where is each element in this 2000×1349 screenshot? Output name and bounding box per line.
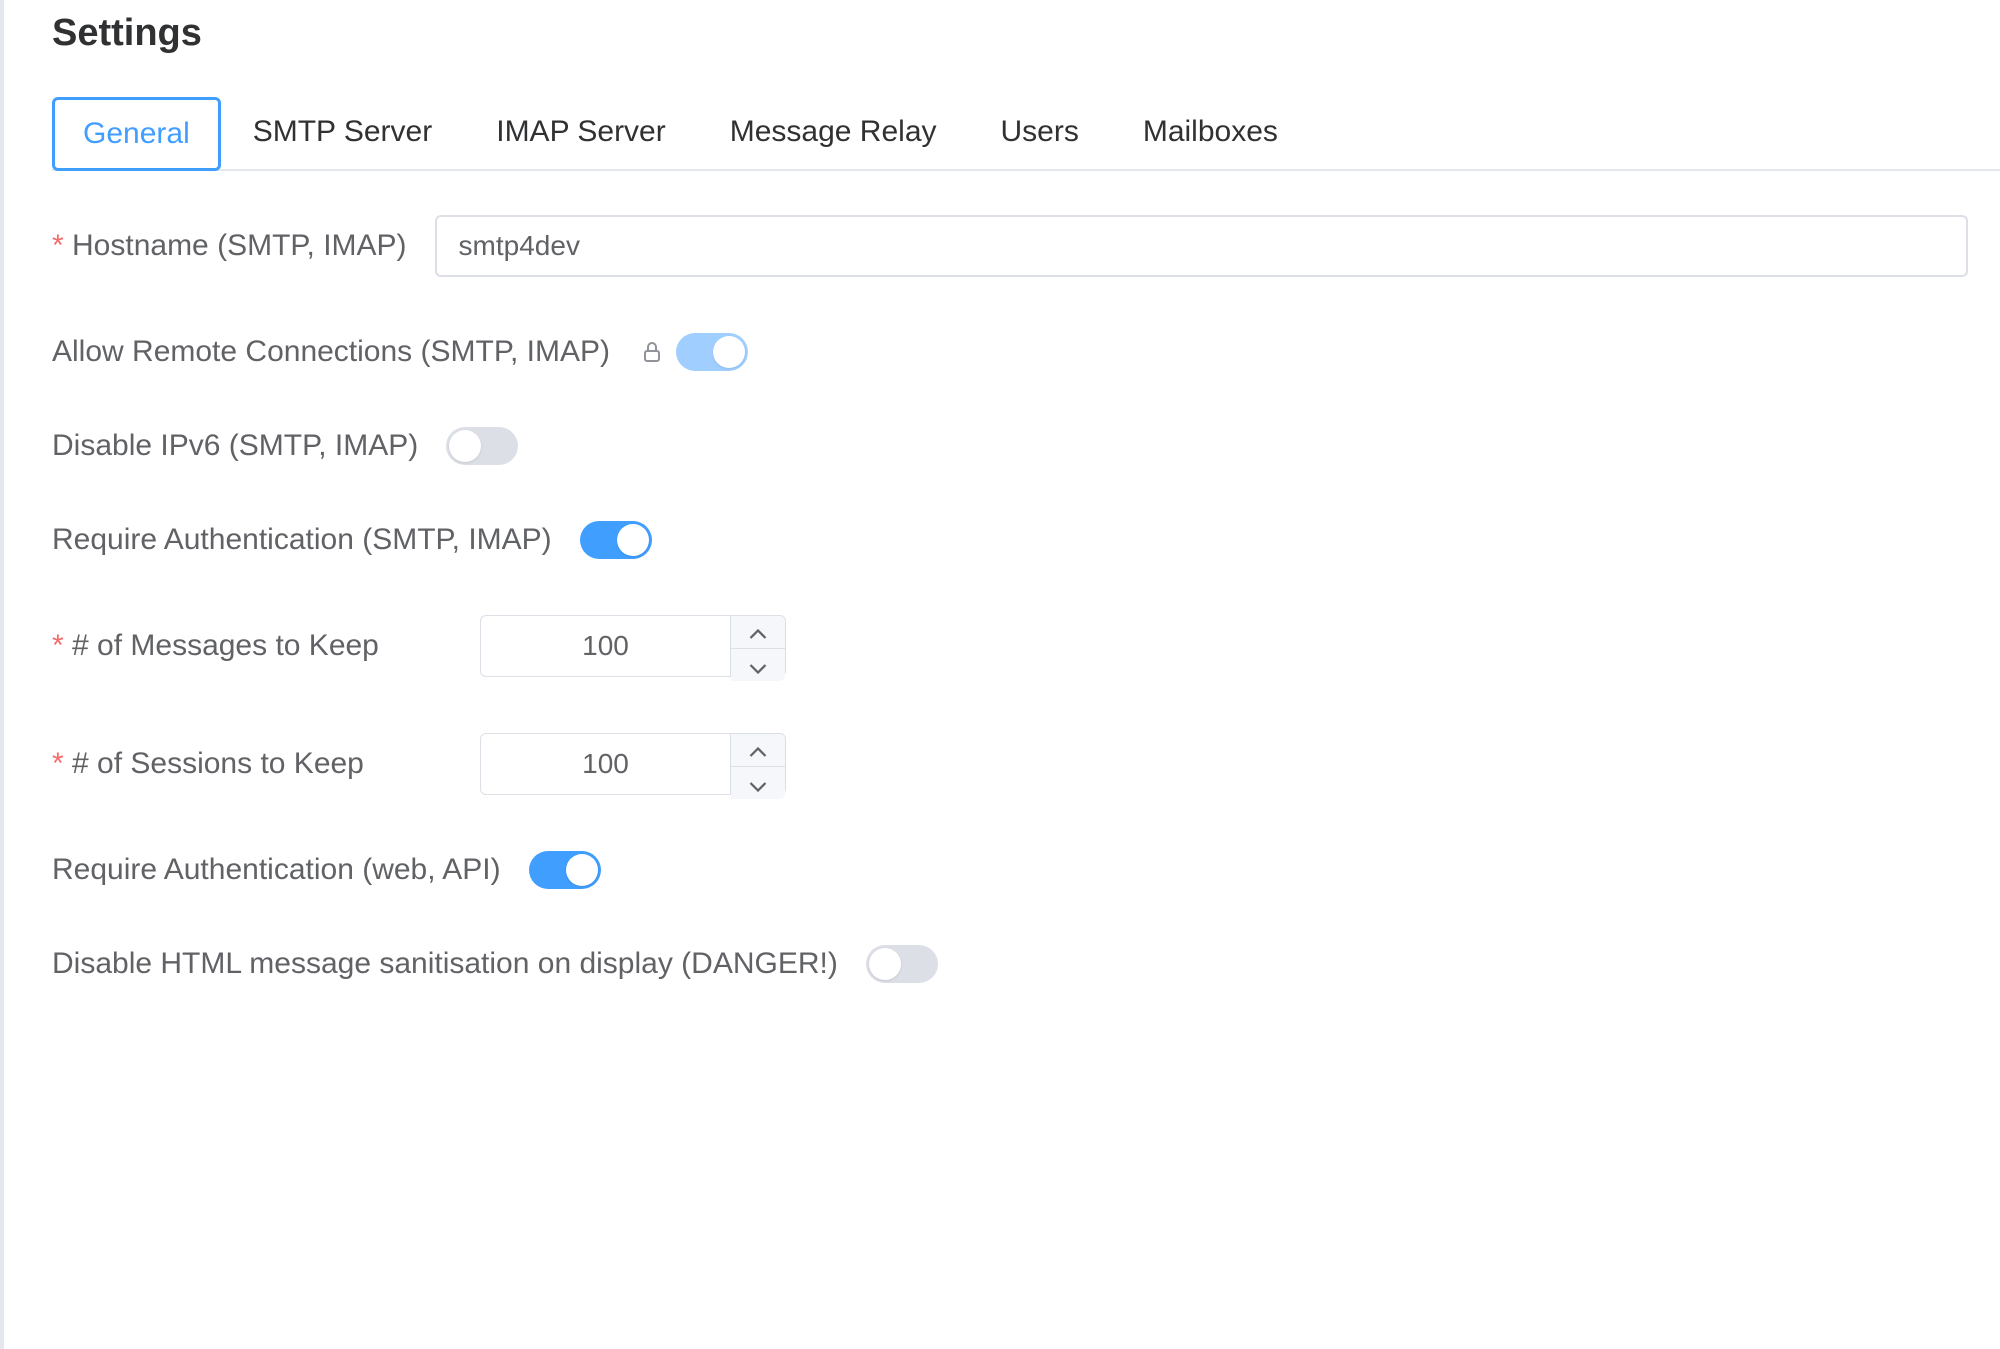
sessions-to-keep-label: # of Sessions to Keep [52, 747, 452, 781]
tab-mailboxes[interactable]: Mailboxes [1111, 95, 1310, 169]
chevron-down-icon [749, 767, 767, 799]
allow-remote-toggle[interactable] [676, 333, 748, 371]
disable-ipv6-toggle[interactable] [446, 427, 518, 465]
disable-sanitisation-label: Disable HTML message sanitisation on dis… [52, 947, 838, 981]
disable-sanitisation-row: Disable HTML message sanitisation on dis… [52, 945, 1972, 983]
tab-smtp-server[interactable]: SMTP Server [221, 95, 465, 169]
require-auth-smtp-imap-label: Require Authentication (SMTP, IMAP) [52, 523, 552, 557]
general-form: Hostname (SMTP, IMAP) Allow Remote Conne… [52, 215, 1972, 983]
messages-to-keep-step-up[interactable] [731, 616, 785, 649]
chevron-up-icon [749, 734, 767, 766]
allow-remote-row: Allow Remote Connections (SMTP, IMAP) [52, 333, 1972, 371]
messages-to-keep-steppers [730, 615, 786, 677]
disable-ipv6-row: Disable IPv6 (SMTP, IMAP) [52, 427, 1972, 465]
hostname-input[interactable] [435, 215, 1968, 277]
sessions-to-keep-steppers [730, 733, 786, 795]
hostname-row: Hostname (SMTP, IMAP) [52, 215, 1972, 277]
disable-ipv6-label: Disable IPv6 (SMTP, IMAP) [52, 429, 418, 463]
sessions-to-keep-row: # of Sessions to Keep [52, 733, 1972, 795]
require-auth-web-api-toggle[interactable] [529, 851, 601, 889]
messages-to-keep-row: # of Messages to Keep [52, 615, 1972, 677]
chevron-up-icon [749, 616, 767, 648]
page-title: Settings [52, 12, 2000, 55]
tab-message-relay[interactable]: Message Relay [698, 95, 969, 169]
tab-users[interactable]: Users [969, 95, 1111, 169]
settings-tabs: General SMTP Server IMAP Server Message … [52, 95, 2000, 171]
allow-remote-label: Allow Remote Connections (SMTP, IMAP) [52, 335, 610, 369]
messages-to-keep-input[interactable] [480, 615, 730, 677]
messages-to-keep-step-down[interactable] [731, 649, 785, 681]
require-auth-smtp-imap-toggle[interactable] [580, 521, 652, 559]
tab-imap-server[interactable]: IMAP Server [464, 95, 698, 169]
hostname-label: Hostname (SMTP, IMAP) [52, 229, 407, 263]
require-auth-web-api-row: Require Authentication (web, API) [52, 851, 1972, 889]
sessions-to-keep-step-up[interactable] [731, 734, 785, 767]
sessions-to-keep-input[interactable] [480, 733, 730, 795]
require-auth-smtp-imap-row: Require Authentication (SMTP, IMAP) [52, 521, 1972, 559]
messages-to-keep-label: # of Messages to Keep [52, 629, 452, 663]
chevron-down-icon [749, 649, 767, 681]
lock-icon [638, 338, 666, 366]
tab-general[interactable]: General [52, 97, 221, 171]
disable-sanitisation-toggle[interactable] [866, 945, 938, 983]
sessions-to-keep-step-down[interactable] [731, 767, 785, 799]
require-auth-web-api-label: Require Authentication (web, API) [52, 853, 501, 887]
